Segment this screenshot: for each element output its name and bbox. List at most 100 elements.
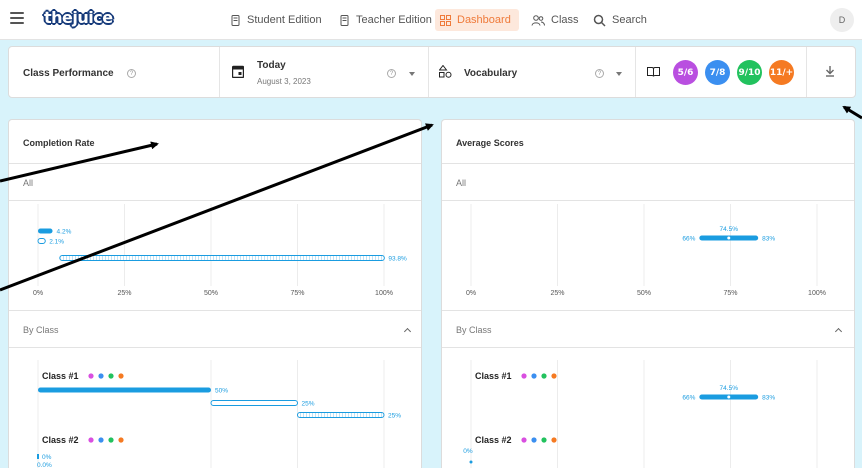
user-avatar[interactable]: D [830,8,854,32]
tick-label: 0% [33,290,43,297]
min-label: 66% [682,236,695,243]
class-color-dot [118,373,124,379]
completion-rate-chart: 0% 25% 50% 75% 100% 4.2% 2.1% 93.8% Class #1 50% 2… [33,204,407,468]
chevron-down-icon[interactable] [616,72,622,76]
grade-badge-7-8[interactable]: 7/8 [705,60,730,85]
tick-label: 50% [637,290,651,297]
bar-value-label: 25% [302,401,315,408]
date-value: August 3, 2023 [257,77,311,86]
grade-badge-9-10[interactable]: 9/10 [737,60,762,85]
people-icon [531,14,545,26]
help-icon[interactable]: ? [595,69,604,78]
tick-label: 50% [204,290,218,297]
shapes-icon [439,65,452,78]
class-performance-filter: Class Performance ? [9,47,220,97]
brand-logo[interactable]: thejuice [40,7,117,29]
class-name: Class #2 [42,435,79,445]
tick-label: 75% [723,290,737,297]
search-icon [593,14,606,27]
score-marker [469,460,473,464]
score-mean-marker [727,236,731,240]
help-icon[interactable]: ? [127,69,136,78]
bar-value-label: 0% [42,454,52,461]
nav-search[interactable]: Search [588,9,652,31]
score-mean-marker [727,395,731,399]
class-color-dot [541,437,547,443]
nav-student-edition[interactable]: Student Edition [225,9,327,31]
class-color-dot [531,373,537,379]
nav-dashboard[interactable]: Dashboard [435,9,519,31]
date-label: Today [257,60,286,71]
class-color-dot [88,373,94,379]
class-color-dot [108,373,114,379]
filter-bar: Class Performance ? Today August 3, 2023… [8,46,856,98]
class-name: Class #2 [475,435,512,445]
tick-label: 0% [466,290,476,297]
class-name: Class #1 [475,371,512,381]
class-color-dot [551,373,557,379]
max-label: 83% [762,395,775,402]
average-scores-panel: Average Scores All By Class 0% 25% 50% 75% 1… [441,119,855,468]
nav-label: Dashboard [457,14,511,26]
download-icon[interactable] [825,66,835,77]
class-name: Class #1 [42,371,79,381]
tablet-icon [340,14,349,26]
top-bar: thejuice Student Edition Teacher Edition… [0,0,862,40]
metric-label: Vocabulary [464,68,518,79]
average-scores-chart: 0% 25% 50% 75% 100% 74.5% 66% 83% Class #1 74.5% 6… [463,204,826,468]
bar-solid [37,454,39,459]
bar-value-label: 2.1% [49,239,64,246]
min-label: 0% [463,448,473,455]
tick-label: 100% [808,290,826,297]
class-color-dot [88,437,94,443]
min-label: 66% [682,395,695,402]
tick-label: 75% [290,290,304,297]
nav-teacher-edition[interactable]: Teacher Edition [334,9,437,31]
tick-label: 25% [550,290,564,297]
chevron-down-icon[interactable] [409,72,415,76]
class-performance-label: Class Performance [23,68,114,79]
metric-selector[interactable]: Vocabulary ? [429,47,636,97]
tick-label: 100% [375,290,393,297]
nav-class[interactable]: Class [526,9,584,31]
bar-value-label: 50% [215,388,228,395]
class-color-dot [98,373,104,379]
nav-label: Teacher Edition [356,14,432,26]
menu-icon[interactable] [10,12,24,24]
date-selector[interactable]: Today August 3, 2023 ? [220,47,429,97]
bar-hatched [297,412,385,418]
mean-label: 74.5% [720,226,739,233]
bar-hatched [59,255,385,261]
help-icon[interactable]: ? [387,69,396,78]
class-color-dot [108,437,114,443]
class-color-dot [531,437,537,443]
bar-solid [38,228,53,234]
grade-badge-5-6[interactable]: 5/6 [673,60,698,85]
book-icon[interactable] [647,67,660,77]
arrow-to-download [842,105,862,120]
bar-value-label: 93.8% [388,256,407,263]
nav-label: Class [551,14,579,26]
class-color-dot [118,437,124,443]
mean-label: 74.5% [720,385,739,392]
class-color-dot [541,373,547,379]
bar-outline [37,238,46,244]
nav-label: Search [612,14,647,26]
grade-badge-11-plus[interactable]: 11/+ [769,60,794,85]
calendar-icon [232,65,244,78]
grid-icon [440,14,451,26]
class-color-dot [98,437,104,443]
class-color-dot [551,437,557,443]
app-frame: thejuice Student Edition Teacher Edition… [0,0,862,468]
tablet-icon [231,14,240,26]
completion-rate-panel: Completion Rate All By Class 0% 25% 50% 75%… [8,119,422,468]
bar-value-label: 4.2% [57,229,72,236]
bar-value-label: 25% [388,413,401,420]
class-color-dot [521,373,527,379]
bar-value-label: 0.0% [37,462,52,468]
class-color-dot [521,437,527,443]
bar-outline [210,400,298,406]
nav-label: Student Edition [247,14,322,26]
download-cell [807,47,857,97]
max-label: 83% [762,236,775,243]
